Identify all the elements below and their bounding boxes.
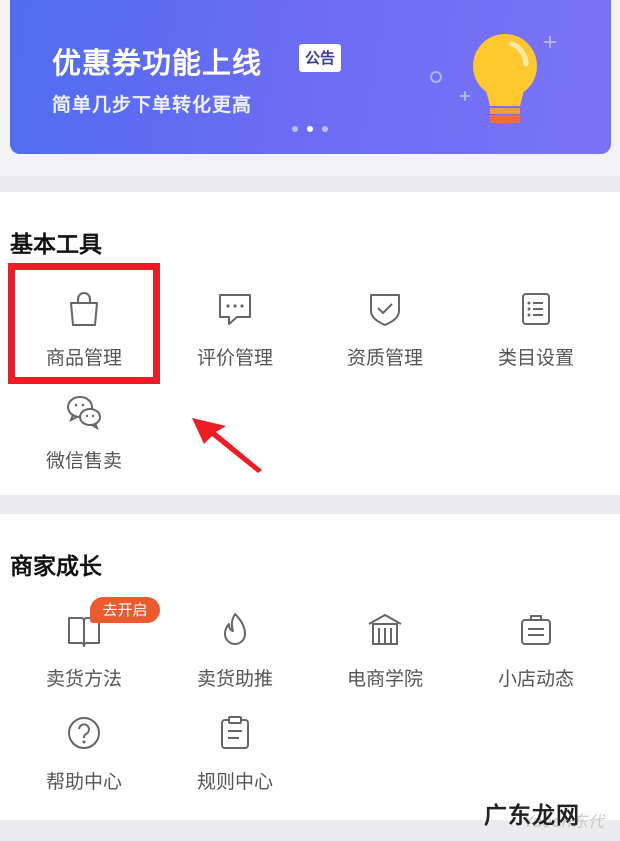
list-icon [522, 293, 550, 325]
growth-store-news[interactable]: 小店动态 [461, 610, 611, 700]
pager-dot [292, 126, 298, 132]
lightbulb-icon [430, 34, 556, 123]
tool-label: 类目设置 [497, 347, 574, 369]
basic-tools-title: 基本工具 [10, 232, 102, 258]
pager-dot-active [307, 126, 313, 132]
shield-check-icon [370, 294, 400, 326]
enable-badge[interactable]: 去开启 [90, 597, 160, 623]
clipboard-icon [221, 716, 249, 749]
pager-dot [322, 126, 328, 132]
school-icon [368, 614, 402, 645]
highlight-box [8, 263, 160, 384]
growth-help-center[interactable]: 帮助中心 [9, 713, 159, 803]
growth-label: 帮助中心 [45, 771, 122, 793]
growth-selling-boost[interactable]: 卖货助推 [160, 610, 310, 700]
watermark: 广东龙网 [484, 803, 580, 829]
growth-selling-methods[interactable]: 卖货方法 [9, 610, 159, 700]
pointer-arrow-icon [192, 418, 262, 473]
growth-label: 电商学院 [346, 668, 423, 690]
announcement-banner[interactable]: 优惠券功能上线 公告 简单几步下单转化更高 [10, 0, 611, 154]
tool-category-settings[interactable]: 类目设置 [461, 289, 611, 379]
flame-icon [224, 613, 246, 645]
growth-rules-center[interactable]: 规则中心 [160, 713, 310, 803]
tool-qualification-management[interactable]: 资质管理 [310, 289, 460, 379]
growth-label: 规则中心 [196, 771, 273, 793]
tool-wechat-selling[interactable]: 微信售卖 [9, 392, 159, 482]
tool-review-management[interactable]: 评价管理 [160, 289, 310, 379]
briefcase-icon [521, 615, 551, 645]
help-icon [68, 717, 100, 749]
banner-pager [292, 126, 328, 132]
wechat-icon [67, 396, 101, 431]
growth-ecommerce-academy[interactable]: 电商学院 [310, 610, 460, 700]
growth-label: 小店动态 [497, 668, 574, 690]
tool-label: 评价管理 [196, 347, 273, 369]
growth-label: 卖货助推 [196, 668, 273, 690]
growth-label: 卖货方法 [45, 668, 122, 690]
merchant-growth-title: 商家成长 [10, 554, 102, 580]
tool-label: 微信售卖 [45, 450, 122, 472]
banner-title: 优惠券功能上线 [52, 46, 263, 80]
comment-icon [219, 294, 251, 325]
banner-subtitle: 简单几步下单转化更高 [52, 94, 253, 116]
banner-badge: 公告 [299, 44, 342, 72]
tool-label: 资质管理 [346, 347, 423, 369]
